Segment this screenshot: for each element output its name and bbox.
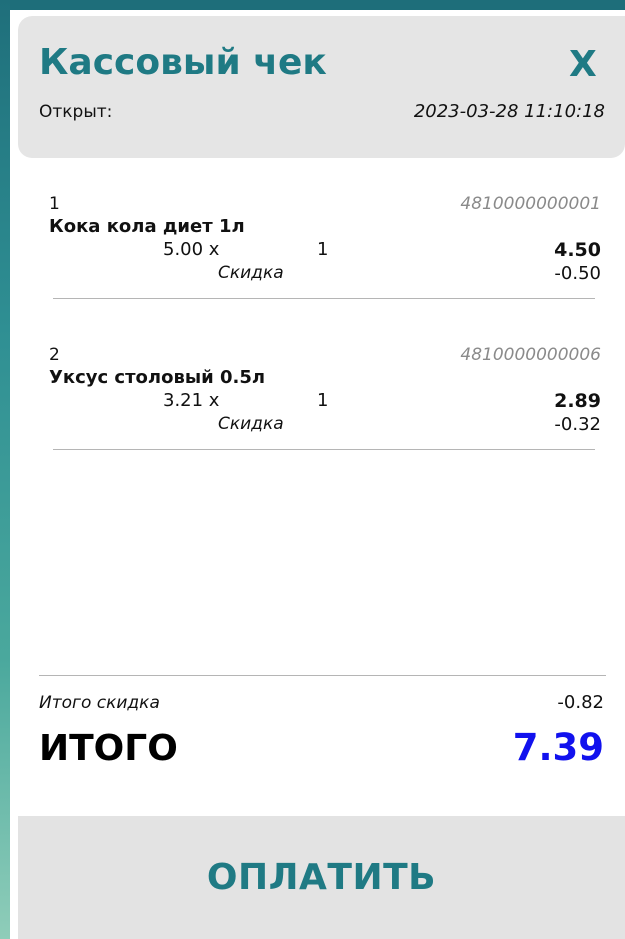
pay-button-label: ОПЛАТИТЬ [206,857,437,898]
window-left-border [0,0,10,939]
item-divider [53,298,595,299]
item-discount-value: -0.50 [554,263,601,284]
total-discount-value: -0.82 [557,692,604,713]
item-total: 4.50 [554,239,601,261]
window-top-border [0,0,625,10]
opened-timestamp: 2023-03-28 11:10:18 [413,101,605,122]
item-quantity: 1 [317,239,329,260]
grand-total-label: ИТОГО [39,728,178,769]
list-item[interactable]: 2 4810000000006 Уксус столовый 0.5л 3.21… [18,345,625,485]
item-quantity: 1 [317,390,329,411]
item-barcode: 4810000000006 [460,345,601,365]
item-number: 1 [49,194,60,214]
item-price: 5.00 x [163,239,220,260]
totals-divider [39,675,606,676]
page-title: Кассовый чек [39,42,327,83]
close-button[interactable]: X [569,44,597,85]
item-discount-label: Скидка [218,414,284,434]
item-name: Кока кола диет 1л [49,216,245,237]
receipt-header: Кассовый чек X Открыт: 2023-03-28 11:10:… [18,16,625,158]
item-number: 2 [49,345,60,365]
total-discount-label: Итого скидка [39,693,160,713]
receipt-panel: Кассовый чек X Открыт: 2023-03-28 11:10:… [18,16,625,939]
opened-label: Открыт: [39,102,113,122]
item-name: Уксус столовый 0.5л [49,367,266,388]
item-total: 2.89 [554,390,601,412]
grand-total-value: 7.39 [512,726,604,769]
item-divider [53,449,595,450]
item-price: 3.21 x [163,390,220,411]
list-item[interactable]: 1 4810000000001 Кока кола диет 1л 5.00 x… [18,194,625,334]
item-barcode: 4810000000001 [460,194,601,214]
item-discount-value: -0.32 [554,414,601,435]
item-discount-label: Скидка [218,263,284,283]
pay-button[interactable]: ОПЛАТИТЬ [18,816,625,939]
